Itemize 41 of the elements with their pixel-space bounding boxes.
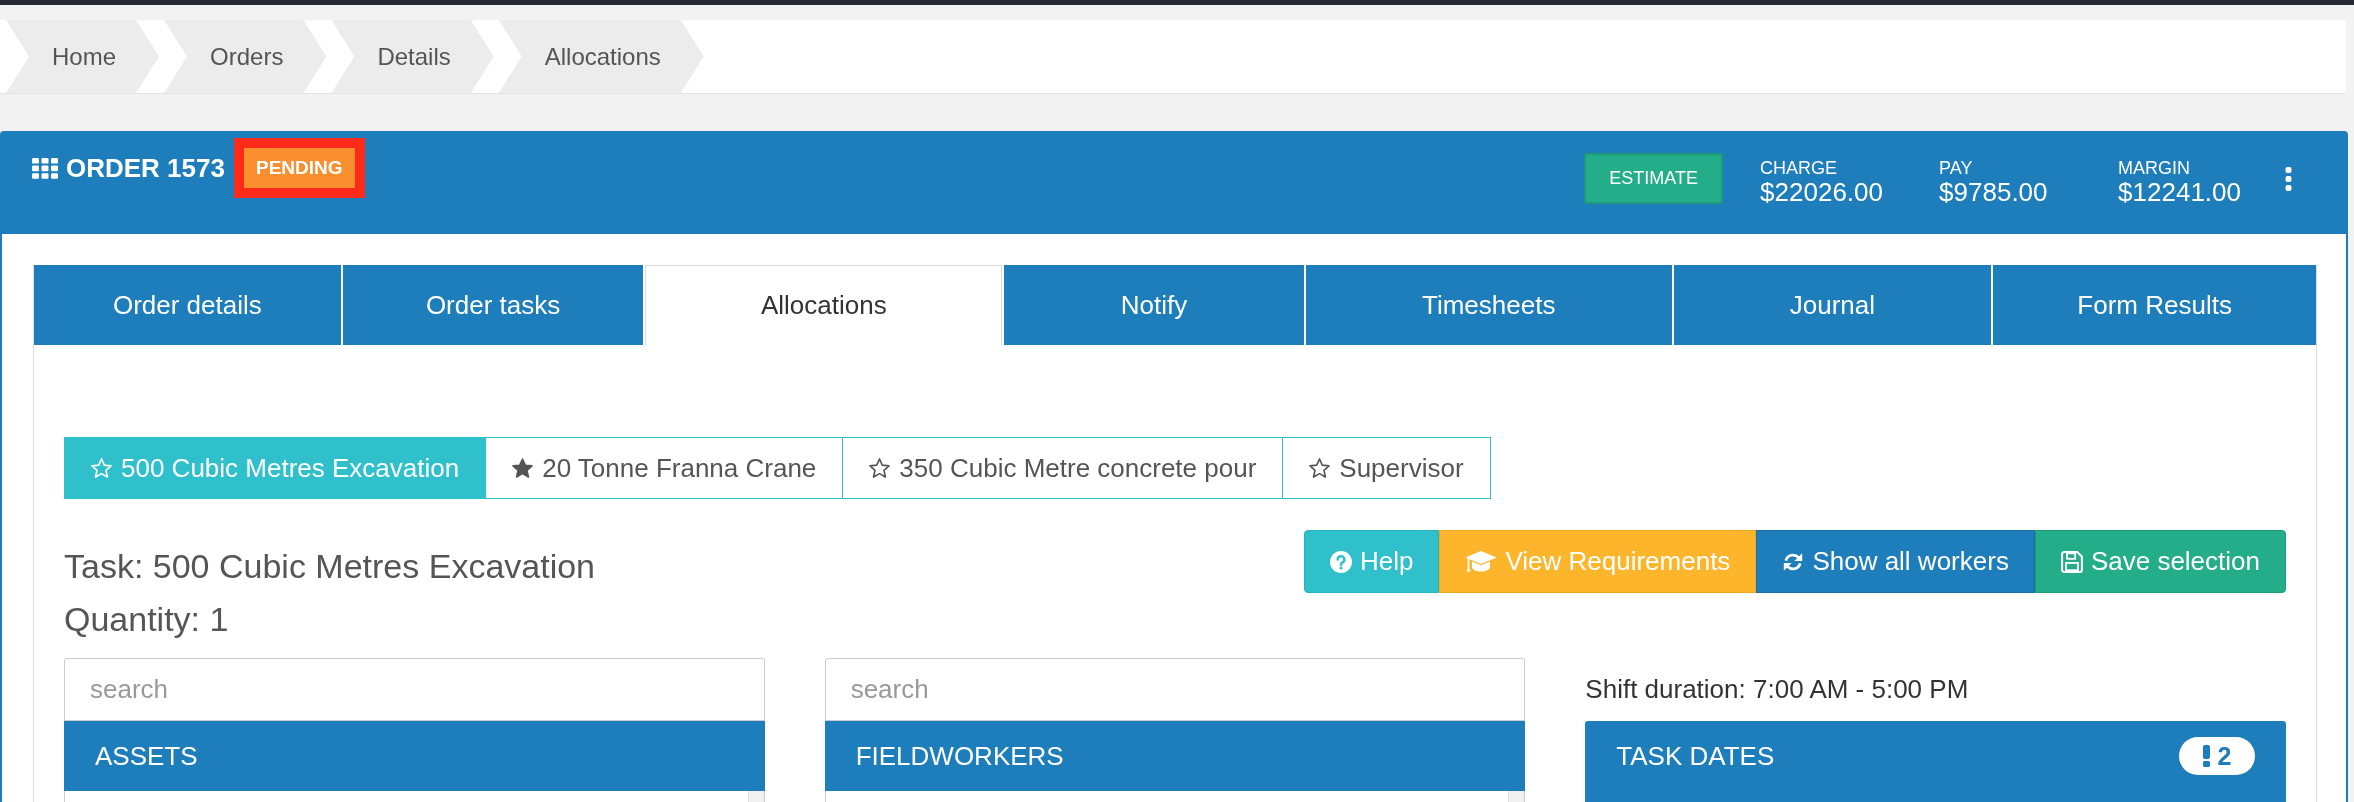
scrollbar xyxy=(1508,791,1525,802)
status-badge: PENDING xyxy=(243,148,355,188)
tab[interactable]: Order tasks xyxy=(342,265,644,345)
order-title: ORDER 1573 xyxy=(66,151,225,185)
task-quantity: Quantity: 1 xyxy=(64,599,230,640)
estimate-button[interactable]: ESTIMATE xyxy=(1584,153,1724,204)
save-selection-button[interactable]: Save selection xyxy=(2034,530,2286,593)
task-chip[interactable]: 20 Tonne Franna Crane xyxy=(485,437,844,499)
graduation-cap-icon xyxy=(1465,550,1498,573)
task-dates-title: TASK DATES xyxy=(1616,739,1775,773)
grid-icon xyxy=(32,157,58,179)
exclamation-icon xyxy=(2202,745,2210,767)
list-header: FIELDWORKERS xyxy=(824,721,1526,791)
help-icon xyxy=(1329,550,1352,573)
show-all-workers-button[interactable]: Show all workers xyxy=(1756,530,2035,593)
tab[interactable]: Notify xyxy=(1004,265,1304,345)
tab[interactable]: Timesheets xyxy=(1305,265,1672,345)
total-value: $9785.00 xyxy=(1939,177,2049,206)
tab[interactable]: Order details xyxy=(34,265,341,345)
breadcrumb-link[interactable]: Details xyxy=(331,20,494,93)
total-value: $12241.00 xyxy=(2118,177,2241,206)
task-chip[interactable]: Supervisor xyxy=(1282,437,1491,499)
search-field[interactable]: search xyxy=(824,658,1526,721)
total-label: PAY xyxy=(1939,157,1974,178)
tab[interactable]: Form Results xyxy=(1993,265,2316,345)
search-field[interactable]: search xyxy=(64,658,765,721)
breadcrumb-link[interactable]: Orders xyxy=(164,20,327,93)
shift-duration: Shift duration: 7:00 AM - 5:00 PM xyxy=(1585,673,1970,706)
total-value: $22026.00 xyxy=(1760,177,1884,206)
tab[interactable]: Journal xyxy=(1673,265,1992,345)
tab[interactable]: Allocations xyxy=(645,265,1003,345)
alert-count: 2 xyxy=(2217,743,2232,769)
breadcrumb-link[interactable]: Home xyxy=(6,20,160,93)
total-label: MARGIN xyxy=(2118,157,2192,178)
total-label: CHARGE xyxy=(1760,157,1839,178)
list-header: ASSETS xyxy=(64,721,765,791)
task-chip[interactable]: 350 Cubic Metre concrete pour xyxy=(842,437,1284,499)
breadcrumb-link[interactable]: Allocations xyxy=(498,20,704,93)
scrollbar xyxy=(747,791,764,802)
task-title: Task: 500 Cubic Metres Excavation xyxy=(64,546,596,587)
more-options-icon[interactable] xyxy=(2285,166,2292,191)
